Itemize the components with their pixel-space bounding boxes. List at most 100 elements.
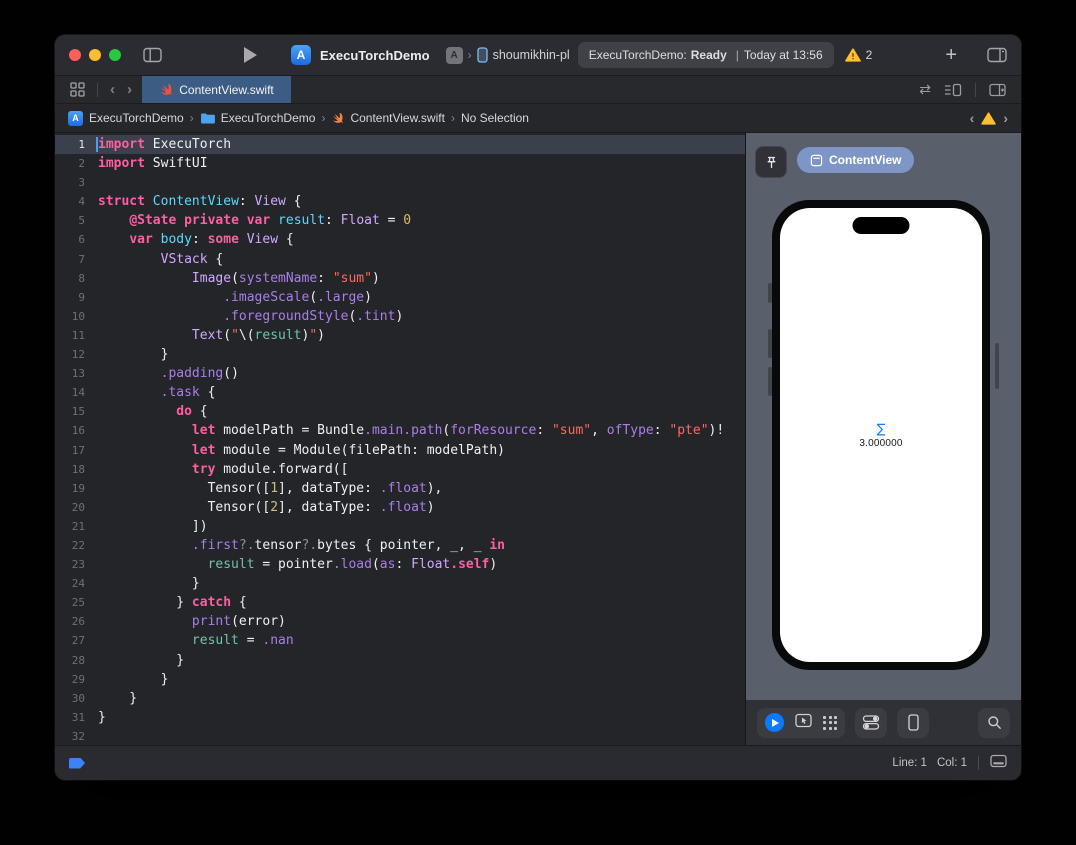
breadcrumb-selection[interactable]: No Selection <box>461 111 529 125</box>
line-number: 25 <box>55 593 85 612</box>
preview-device-button[interactable] <box>897 708 929 738</box>
code-line[interactable]: 20 Tensor([2], dataType: .float) <box>55 498 745 517</box>
line-number: 28 <box>55 651 85 670</box>
line-number: 12 <box>55 345 85 364</box>
code-line[interactable]: 12 } <box>55 345 745 364</box>
inspector-sidebar-toggle-icon[interactable] <box>987 47 1007 63</box>
iphone-preview-frame: ∑ 3.000000 <box>772 200 990 670</box>
code-line[interactable]: 11 Text("\(result)") <box>55 326 745 345</box>
code-line[interactable]: 13 .padding() <box>55 364 745 383</box>
code-line[interactable]: 24 } <box>55 574 745 593</box>
project-icon: A <box>68 111 83 126</box>
navigator-sidebar-toggle-icon[interactable] <box>143 47 162 63</box>
code-line[interactable]: 19 Tensor([1], dataType: .float), <box>55 479 745 498</box>
line-number: 17 <box>55 441 85 460</box>
dynamic-island <box>853 217 910 234</box>
code-line[interactable]: 18 try module.forward([ <box>55 460 745 479</box>
destination-name[interactable]: shoumikhin-pl <box>493 48 570 62</box>
pushpin-icon <box>764 155 779 170</box>
line-number: 32 <box>55 727 85 745</box>
line-number: 10 <box>55 307 85 326</box>
code-line[interactable]: 22 .first?.tensor?.bytes { pointer, _, _… <box>55 536 745 555</box>
run-button[interactable] <box>244 47 257 63</box>
line-number: 4 <box>55 192 85 211</box>
code-lines: 1import ExecuTorch2import SwiftUI34struc… <box>55 135 745 745</box>
breadcrumb-separator: › <box>321 111 325 125</box>
go-back-button[interactable]: ‹ <box>110 81 115 98</box>
preview-toolbar <box>746 700 1021 745</box>
column-indicator: Col: 1 <box>937 757 967 769</box>
code-line[interactable]: 32 <box>55 727 745 745</box>
code-line[interactable]: 7 VStack { <box>55 250 745 269</box>
code-line[interactable]: 25 } catch { <box>55 593 745 612</box>
editor-status-bar: Line: 1 Col: 1 <box>55 745 1021 780</box>
selectable-mode-button[interactable] <box>795 713 812 733</box>
code-line[interactable]: 8 Image(systemName: "sum") <box>55 269 745 288</box>
code-line[interactable]: 17 let module = Module(filePath: modelPa… <box>55 441 745 460</box>
line-number: 18 <box>55 460 85 479</box>
tab-contentview-swift[interactable]: ContentView.swift <box>142 76 291 103</box>
breadcrumb-file[interactable]: ContentView.swift <box>350 111 445 125</box>
dock-bottom-icon <box>990 754 1007 768</box>
line-number: 13 <box>55 364 85 383</box>
library-add-button[interactable]: + <box>945 45 957 65</box>
preview-target-chip[interactable]: ContentView <box>797 147 914 173</box>
breadcrumb-project[interactable]: ExecuTorchDemo <box>89 111 184 125</box>
device-settings-button[interactable] <box>855 708 887 738</box>
toggles-icon <box>862 714 880 731</box>
code-line[interactable]: 21 ]) <box>55 517 745 536</box>
previous-issue-button[interactable]: ‹ <box>970 110 975 126</box>
add-editor-icon[interactable] <box>989 83 1006 97</box>
code-line[interactable]: 3 <box>55 173 745 192</box>
code-line[interactable]: 1import ExecuTorch <box>55 135 745 154</box>
line-number: 6 <box>55 230 85 249</box>
code-line[interactable]: 10 .foregroundStyle(.tint) <box>55 307 745 326</box>
related-items-grid-icon[interactable] <box>70 82 85 97</box>
go-forward-button[interactable]: › <box>127 81 132 98</box>
status-separator: | <box>736 48 739 62</box>
xcode-window: A ExecuTorchDemo A › shoumikhin-pl Execu… <box>55 35 1021 780</box>
scheme-app-icon: A <box>446 47 463 64</box>
warning-triangle-icon[interactable] <box>981 112 996 125</box>
line-number: 2 <box>55 154 85 173</box>
breakpoint-icon[interactable] <box>69 758 85 769</box>
code-review-icon[interactable]: ⇄ <box>919 81 931 98</box>
line-number: 21 <box>55 517 85 536</box>
pin-preview-button[interactable] <box>755 146 787 178</box>
code-line[interactable]: 29 } <box>55 670 745 689</box>
iphone-preview-screen[interactable]: ∑ 3.000000 <box>780 208 982 662</box>
code-line[interactable]: 27 result = .nan <box>55 631 745 650</box>
code-line[interactable]: 6 var body: some View { <box>55 230 745 249</box>
debug-area-toggle[interactable] <box>990 754 1007 773</box>
swift-file-icon <box>159 83 173 97</box>
code-line[interactable]: 14 .task { <box>55 383 745 402</box>
activity-status[interactable]: ExecuTorchDemo: Ready | Today at 13:56 <box>578 42 834 68</box>
code-line[interactable]: 5 @State private var result: Float = 0 <box>55 211 745 230</box>
minimize-window-button[interactable] <box>89 49 101 61</box>
code-line[interactable]: 9 .imageScale(.large) <box>55 288 745 307</box>
line-number: 16 <box>55 421 85 440</box>
variants-mode-button[interactable] <box>823 716 837 730</box>
source-editor[interactable]: 1import ExecuTorch2import SwiftUI34struc… <box>55 133 745 745</box>
code-line[interactable]: 26 print(error) <box>55 612 745 631</box>
code-line[interactable]: 4struct ContentView: View { <box>55 192 745 211</box>
window-title: ExecuTorchDemo <box>320 48 430 63</box>
code-line[interactable]: 15 do { <box>55 402 745 421</box>
editor-options-icon[interactable] <box>944 83 962 97</box>
warning-triangle-icon <box>845 48 861 62</box>
code-line[interactable]: 30 } <box>55 689 745 708</box>
code-line[interactable]: 31} <box>55 708 745 727</box>
code-line[interactable]: 16 let modelPath = Bundle.main.path(forR… <box>55 421 745 440</box>
live-preview-button[interactable] <box>765 713 784 732</box>
zoom-window-button[interactable] <box>109 49 121 61</box>
preview-zoom-button[interactable] <box>978 708 1010 738</box>
breadcrumb-folder[interactable]: ExecuTorchDemo <box>221 111 316 125</box>
code-line[interactable]: 2import SwiftUI <box>55 154 745 173</box>
close-window-button[interactable] <box>69 49 81 61</box>
code-line[interactable]: 28 } <box>55 651 745 670</box>
scheme-selector[interactable]: A › shoumikhin-pl <box>446 47 570 64</box>
folder-icon <box>200 112 215 124</box>
next-issue-button[interactable]: › <box>1003 110 1008 126</box>
code-line[interactable]: 23 result = pointer.load(as: Float.self) <box>55 555 745 574</box>
warning-indicator[interactable]: 2 <box>845 48 873 62</box>
